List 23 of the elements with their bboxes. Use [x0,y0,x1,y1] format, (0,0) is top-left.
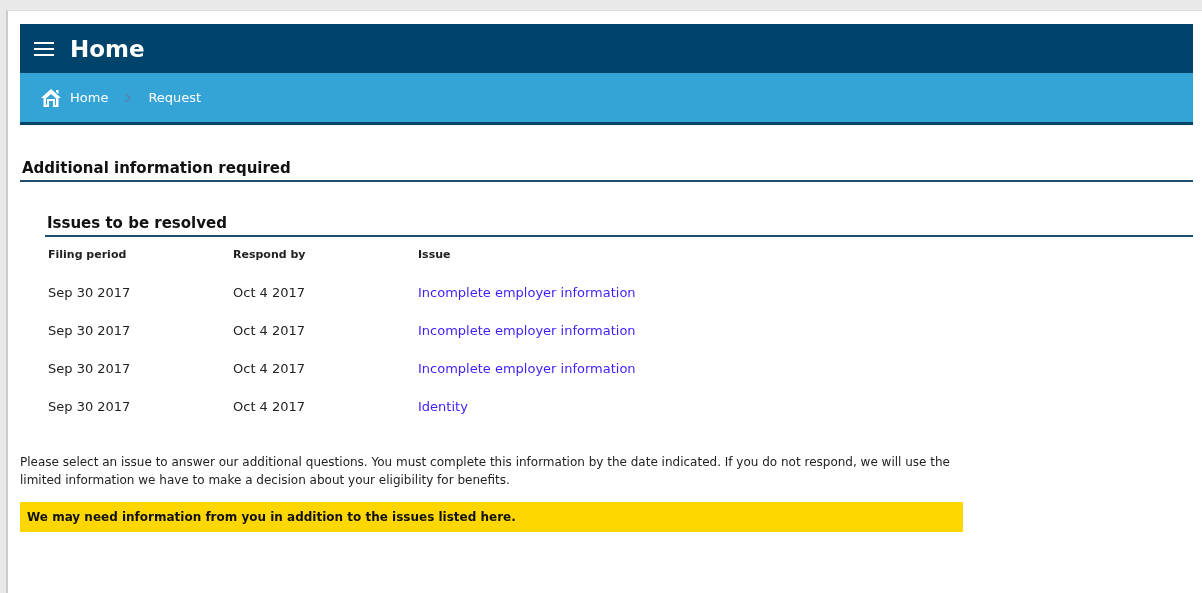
table-cell-text: Sep 30 2017 [48,321,132,340]
home-icon[interactable] [40,87,62,108]
issue-link[interactable]: Incomplete employer information [418,360,636,376]
table-cell-text: Oct 4 2017 [233,283,307,302]
section-heading: Additional information required [20,159,1193,182]
table-cell-text: Sep 30 2017 [48,283,132,302]
issue-link[interactable]: Incomplete employer information [418,322,636,338]
table-cell-text: Oct 4 2017 [233,321,307,340]
page-title: Home [70,35,145,62]
subsection-heading: Issues to be resolved [45,214,1193,237]
issue-link[interactable]: Identity [418,398,468,414]
table-cell-text: Sep 30 2017 [48,397,132,416]
column-header: Issue [418,247,452,263]
notice-banner: We may need information from you in addition to the issues listed here. [20,502,963,532]
table-cell-text: Oct 4 2017 [233,359,307,378]
issue-link[interactable]: Incomplete employer information [418,284,636,300]
column-header: Respond by [233,247,307,263]
instructions-text: Please select an issue to answer our additional questions. You must complete this information by the date indicated. If you do not respond, we will use the limited information we have to make a decision about your eligibility for benefits. [20,454,950,489]
column-header: Filing period [48,247,128,263]
table-cell-text: Oct 4 2017 [233,397,307,416]
chevron-icon [125,92,132,103]
menu-icon[interactable] [34,40,54,57]
table-cell-text: Sep 30 2017 [48,359,132,378]
